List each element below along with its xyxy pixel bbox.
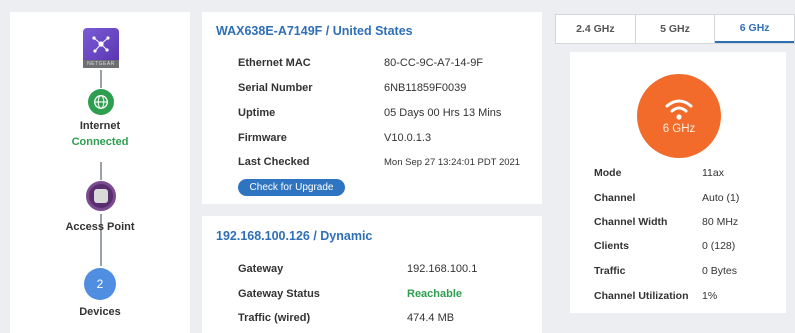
devices-count: 2 [96, 277, 104, 291]
channel-label: Channel [594, 192, 636, 204]
connector-line [100, 162, 102, 180]
serial-number-value: 6NB11859F0039 [384, 82, 467, 94]
clients-label: Clients [594, 240, 630, 252]
access-point-icon [94, 189, 108, 203]
access-point-label: Access Point [65, 221, 135, 233]
device-info-card: WAX638E-A7149F / United States Ethernet … [202, 12, 542, 204]
uptime-label: Uptime [238, 107, 276, 119]
radio-band-tabs: 2.4 GHz 5 GHz 6 GHz [555, 14, 795, 44]
radio-status-badge: 6 GHz [637, 74, 721, 158]
channel-width-label: Channel Width [594, 216, 668, 228]
gateway-value: 192.168.100.1 [407, 263, 478, 275]
traffic-value: 0 Bytes [702, 265, 738, 277]
tab-5-ghz[interactable]: 5 GHz [636, 15, 716, 43]
channel-width-value: 80 MHz [702, 216, 739, 228]
firmware-label: Firmware [238, 132, 287, 144]
topology-panel: NETGEAR Internet Connected Access Point … [10, 12, 190, 333]
access-point-node[interactable] [86, 181, 116, 211]
mode-label: Mode [594, 167, 622, 179]
gateway-status-value: Reachable [407, 288, 463, 300]
network-info-card: 192.168.100.126 / Dynamic Gateway 192.16… [202, 216, 542, 333]
network-title: 192.168.100.126 / Dynamic [216, 229, 373, 243]
channel-utilization-label: Channel Utilization [594, 290, 689, 302]
connector-line [100, 70, 102, 88]
radio-band-label: 6 GHz [662, 123, 696, 135]
traffic-wired-value: 474.4 MB [407, 312, 455, 324]
devices-label: Devices [79, 306, 121, 318]
devices-node[interactable]: 2 [84, 268, 116, 300]
router-icon[interactable]: NETGEAR [83, 28, 119, 68]
tab-2-4-ghz[interactable]: 2.4 GHz [556, 15, 636, 43]
uptime-value: 05 Days 00 Hrs 13 Mins [384, 107, 502, 119]
gateway-status-label: Gateway Status [238, 288, 320, 300]
check-for-upgrade-button[interactable]: Check for Upgrade [238, 179, 345, 196]
internet-label: Internet [79, 120, 121, 132]
channel-utilization-value: 1% [702, 290, 718, 302]
traffic-label: Traffic [594, 265, 626, 277]
device-title: WAX638E-A7149F / United States [216, 24, 413, 38]
internet-node[interactable] [88, 89, 114, 115]
router-brand: NETGEAR [83, 60, 119, 68]
ethernet-mac-label: Ethernet MAC [238, 57, 311, 69]
clients-value: 0 (128) [702, 240, 736, 252]
internet-status: Connected [71, 136, 129, 148]
last-checked-label: Last Checked [238, 156, 310, 168]
firmware-value: V10.0.1.3 [384, 132, 432, 144]
serial-number-label: Serial Number [238, 82, 313, 94]
network-hub-icon [92, 36, 110, 53]
traffic-wired-label: Traffic (wired) [238, 312, 311, 324]
radio-details-card: 6 GHz Mode 11ax Channel Auto (1) Channel… [570, 52, 786, 313]
globe-icon [94, 95, 108, 109]
gateway-label: Gateway [238, 263, 284, 275]
tab-6-ghz[interactable]: 6 GHz [715, 15, 795, 43]
last-checked-value: Mon Sep 27 13:24:01 PDT 2021 [384, 157, 521, 168]
ethernet-mac-value: 80-CC-9C-A7-14-9F [384, 57, 484, 69]
channel-value: Auto (1) [702, 192, 740, 204]
wifi-icon [665, 99, 693, 120]
mode-value: 11ax [702, 167, 724, 179]
